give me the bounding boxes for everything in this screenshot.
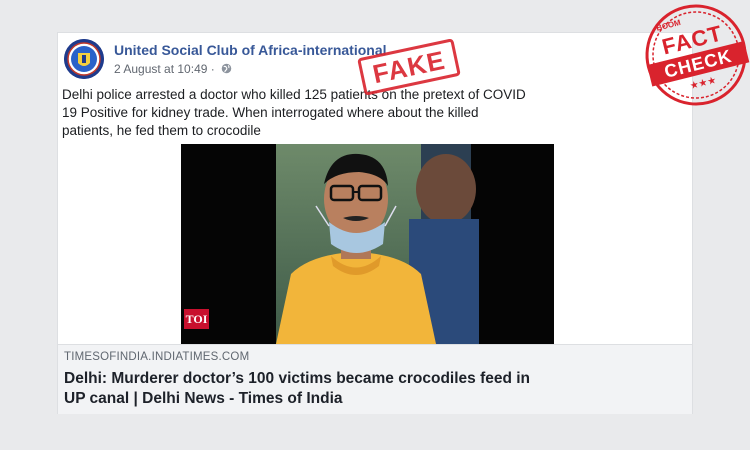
link-headline[interactable]: Delhi: Murderer doctor’s 100 victims bec… xyxy=(64,369,544,409)
post-meta: 2 August at 10:49 · xyxy=(114,62,232,77)
link-domain: TIMESOFINDIA.INDIATIMES.COM xyxy=(64,351,250,363)
page-avatar[interactable] xyxy=(64,39,104,79)
club-logo-icon xyxy=(64,39,104,79)
toi-logo-text: TOI xyxy=(185,312,208,326)
meta-separator: · xyxy=(210,62,215,76)
link-preview[interactable]: TIMESOFINDIA.INDIATIMES.COM Delhi: Murde… xyxy=(58,344,692,414)
page-name-link[interactable]: United Social Club of Africa-internation… xyxy=(114,42,387,58)
globe-icon xyxy=(221,63,232,77)
post-text: Delhi police arrested a doctor who kille… xyxy=(62,87,526,138)
doctor-photo-image xyxy=(181,144,554,344)
post-timestamp[interactable]: 2 August at 10:49 xyxy=(114,62,207,76)
post-photo[interactable]: TOI xyxy=(181,144,554,344)
toi-logo: TOI xyxy=(184,309,209,329)
